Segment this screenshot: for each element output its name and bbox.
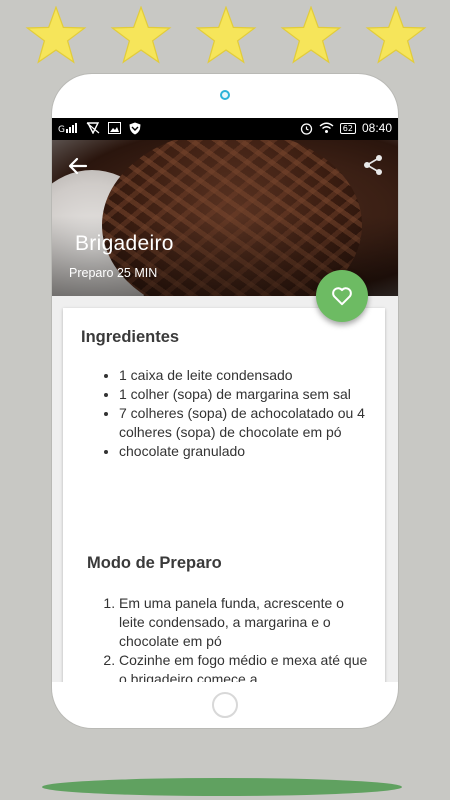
list-item: 1 colher (sopa) de margarina sem sal bbox=[119, 385, 369, 404]
home-button[interactable] bbox=[212, 692, 238, 718]
camera-icon bbox=[220, 90, 230, 100]
list-item: Cozinhe em fogo médio e mexa até que o b… bbox=[119, 651, 369, 682]
star-icon bbox=[192, 5, 260, 64]
steps-list: Em uma panela funda, acrescente o leite … bbox=[119, 594, 369, 682]
phone-shadow bbox=[42, 778, 402, 796]
star-icon bbox=[362, 5, 430, 64]
app-screen: G 62 08:40 Brigadeiro Preparo 25 MIN Ing… bbox=[52, 118, 398, 682]
alarm-icon bbox=[300, 121, 313, 135]
status-bar: G 62 08:40 bbox=[52, 118, 398, 140]
list-item: chocolate granulado bbox=[119, 442, 369, 461]
share-icon[interactable] bbox=[362, 154, 386, 178]
back-arrow-icon[interactable] bbox=[66, 154, 90, 178]
status-time: 08:40 bbox=[361, 121, 392, 135]
list-item: Em uma panela funda, acrescente o leite … bbox=[119, 594, 369, 651]
no-sim-icon bbox=[86, 121, 100, 135]
recipe-title: Brigadeiro bbox=[75, 232, 174, 255]
carrier-label: G bbox=[58, 125, 65, 134]
ingredients-list: 1 caixa de leite condensado 1 colher (so… bbox=[119, 366, 369, 461]
shield-icon bbox=[129, 121, 141, 135]
recipe-card: Ingredientes 1 caixa de leite condensado… bbox=[63, 308, 385, 682]
image-icon bbox=[108, 121, 121, 135]
ingredients-heading: Ingredientes bbox=[81, 328, 180, 346]
rating-stars bbox=[0, 5, 450, 66]
list-item: 7 colheres (sopa) de achocolatado ou 4 c… bbox=[119, 404, 369, 442]
star-icon bbox=[277, 5, 345, 64]
phone-frame: G 62 08:40 Brigadeiro Preparo 25 MIN Ing… bbox=[52, 74, 398, 728]
heart-icon bbox=[332, 287, 352, 306]
favorite-button[interactable] bbox=[316, 270, 368, 322]
star-icon bbox=[107, 5, 175, 64]
battery-icon: 62 bbox=[339, 122, 356, 134]
signal-icon: G bbox=[58, 121, 78, 135]
prep-time: Preparo 25 MIN bbox=[69, 266, 158, 280]
wifi-icon bbox=[319, 121, 334, 135]
star-icon bbox=[22, 5, 90, 64]
method-heading: Modo de Preparo bbox=[87, 554, 222, 572]
list-item: 1 caixa de leite condensado bbox=[119, 366, 369, 385]
